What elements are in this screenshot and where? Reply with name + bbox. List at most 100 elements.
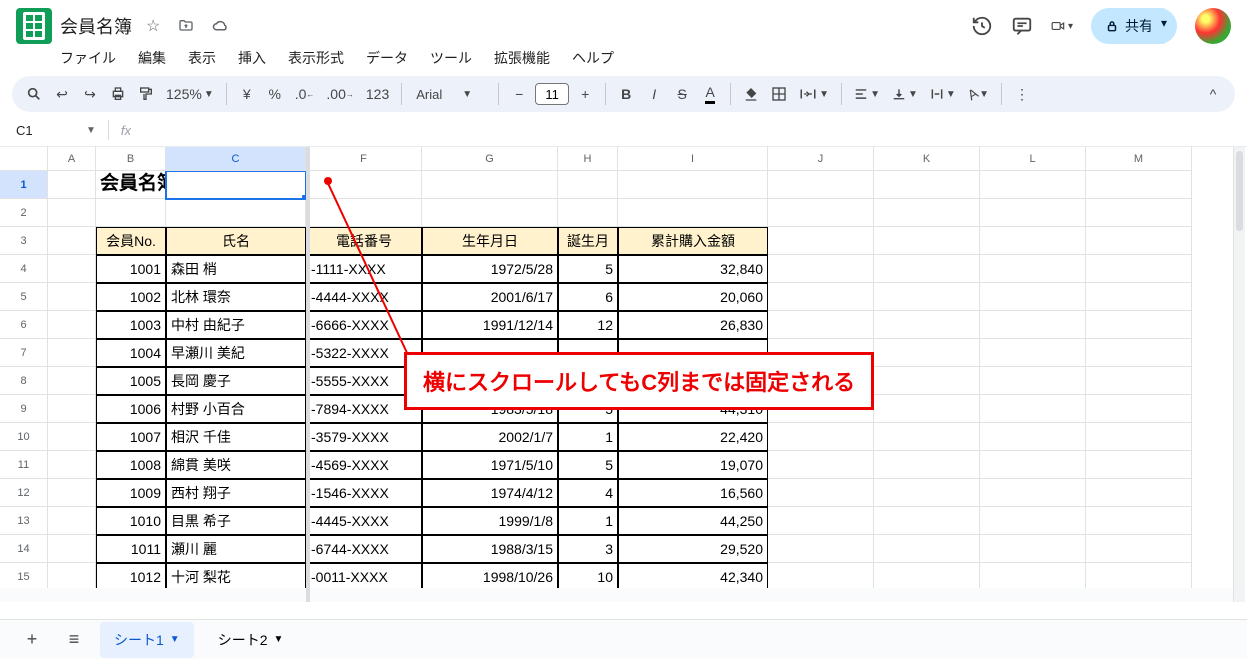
col-M[interactable]: M	[1086, 147, 1192, 171]
font-select[interactable]: Arial▼	[410, 80, 490, 108]
cell-no[interactable]: 1001	[96, 255, 166, 283]
row-9[interactable]: 9	[0, 395, 48, 423]
cell[interactable]	[768, 423, 874, 451]
search-menu-icon[interactable]	[22, 80, 46, 108]
collapse-toolbar-icon[interactable]: ^	[1201, 80, 1225, 108]
cell[interactable]	[768, 479, 874, 507]
v-align-icon[interactable]: ▼	[888, 80, 922, 108]
row-1[interactable]: 1	[0, 171, 48, 199]
document-title[interactable]: 会員名簿	[60, 13, 132, 39]
row-15[interactable]: 15	[0, 563, 48, 591]
cell[interactable]	[1086, 227, 1192, 255]
all-sheets-icon[interactable]: ≡	[58, 629, 90, 650]
cell[interactable]	[980, 451, 1086, 479]
cell[interactable]	[1086, 311, 1192, 339]
redo-icon[interactable]: ↪	[78, 80, 102, 108]
cell-no[interactable]: 1003	[96, 311, 166, 339]
cell-total[interactable]: 29,520	[618, 535, 768, 563]
c[interactable]	[48, 423, 96, 451]
cell[interactable]	[1086, 255, 1192, 283]
cell[interactable]	[874, 423, 980, 451]
horizontal-scrollbar[interactable]	[0, 588, 1233, 602]
col-H[interactable]: H	[558, 147, 618, 171]
cell-name[interactable]: 綿貫 美咲	[166, 451, 306, 479]
name-box-dropdown-icon[interactable]: ▼	[86, 125, 96, 136]
cell[interactable]	[618, 171, 768, 199]
cell[interactable]	[980, 395, 1086, 423]
print-icon[interactable]	[106, 80, 130, 108]
cell[interactable]	[874, 255, 980, 283]
menu-view[interactable]: 表示	[186, 46, 218, 70]
cell-name[interactable]: 北林 環奈	[166, 283, 306, 311]
row-3[interactable]: 3	[0, 227, 48, 255]
cell-total[interactable]: 32,840	[618, 255, 768, 283]
cell[interactable]	[1086, 283, 1192, 311]
rotate-icon[interactable]: A▼	[964, 80, 993, 108]
font-size-input[interactable]: 11	[535, 83, 569, 105]
cell-C1[interactable]	[166, 171, 306, 199]
cell[interactable]	[422, 199, 558, 227]
cell-dob[interactable]: 1998/10/26	[422, 563, 558, 591]
cell-name[interactable]: 中村 由紀子	[166, 311, 306, 339]
cell[interactable]	[96, 199, 166, 227]
c[interactable]	[48, 535, 96, 563]
cell[interactable]	[980, 283, 1086, 311]
cell[interactable]	[874, 311, 980, 339]
row-5[interactable]: 5	[0, 283, 48, 311]
cell-name[interactable]: 長岡 慶子	[166, 367, 306, 395]
cell-phone[interactable]: -4569-XXXX	[306, 451, 422, 479]
cell[interactable]	[874, 283, 980, 311]
col-C[interactable]: C	[166, 147, 306, 171]
c[interactable]	[48, 199, 96, 227]
increase-fontsize-icon[interactable]: +	[573, 80, 597, 108]
cloud-status-icon[interactable]	[208, 17, 234, 35]
row-6[interactable]: 6	[0, 311, 48, 339]
cell-bmonth[interactable]: 10	[558, 563, 618, 591]
account-avatar[interactable]	[1195, 8, 1231, 44]
cell-A1[interactable]	[48, 171, 96, 199]
cell-dob[interactable]: 1974/4/12	[422, 479, 558, 507]
cell[interactable]	[1086, 479, 1192, 507]
cell-phone[interactable]: -3579-XXXX	[306, 423, 422, 451]
cell[interactable]	[768, 171, 874, 199]
currency-icon[interactable]: ¥	[235, 80, 259, 108]
menu-edit[interactable]: 編集	[136, 46, 168, 70]
cell-bmonth[interactable]: 6	[558, 283, 618, 311]
cell[interactable]	[1086, 395, 1192, 423]
cell-phone[interactable]: -1546-XXXX	[306, 479, 422, 507]
cell-bmonth[interactable]: 3	[558, 535, 618, 563]
sheets-app-icon[interactable]	[16, 8, 52, 44]
cell[interactable]	[768, 311, 874, 339]
cell-name[interactable]: 相沢 千佳	[166, 423, 306, 451]
cell[interactable]	[768, 451, 874, 479]
cell-B1[interactable]: 会員名簿	[96, 171, 166, 199]
cell[interactable]	[1086, 367, 1192, 395]
cell[interactable]	[980, 479, 1086, 507]
cell-phone[interactable]: -4445-XXXX	[306, 507, 422, 535]
cell[interactable]	[874, 507, 980, 535]
cell[interactable]	[980, 255, 1086, 283]
col-A[interactable]: A	[48, 147, 96, 171]
cell-no[interactable]: 1010	[96, 507, 166, 535]
cell-bmonth[interactable]: 12	[558, 311, 618, 339]
menu-file[interactable]: ファイル	[58, 46, 118, 70]
cell[interactable]	[166, 199, 306, 227]
cell[interactable]	[980, 563, 1086, 591]
bold-icon[interactable]: B	[614, 80, 638, 108]
c[interactable]	[48, 479, 96, 507]
col-B[interactable]: B	[96, 147, 166, 171]
cell-name[interactable]: 西村 翔子	[166, 479, 306, 507]
cell[interactable]	[768, 507, 874, 535]
undo-icon[interactable]: ↩	[50, 80, 74, 108]
cell-bmonth[interactable]: 1	[558, 507, 618, 535]
strikethrough-icon[interactable]: S	[670, 80, 694, 108]
cell-dob[interactable]: 1988/3/15	[422, 535, 558, 563]
menu-help[interactable]: ヘルプ	[570, 46, 616, 70]
cell-name[interactable]: 瀬川 麗	[166, 535, 306, 563]
cell-no[interactable]: 1005	[96, 367, 166, 395]
c[interactable]	[48, 311, 96, 339]
c[interactable]	[48, 227, 96, 255]
cell-total[interactable]: 19,070	[618, 451, 768, 479]
text-color-icon[interactable]: A	[698, 80, 722, 108]
fill-color-icon[interactable]	[739, 80, 763, 108]
